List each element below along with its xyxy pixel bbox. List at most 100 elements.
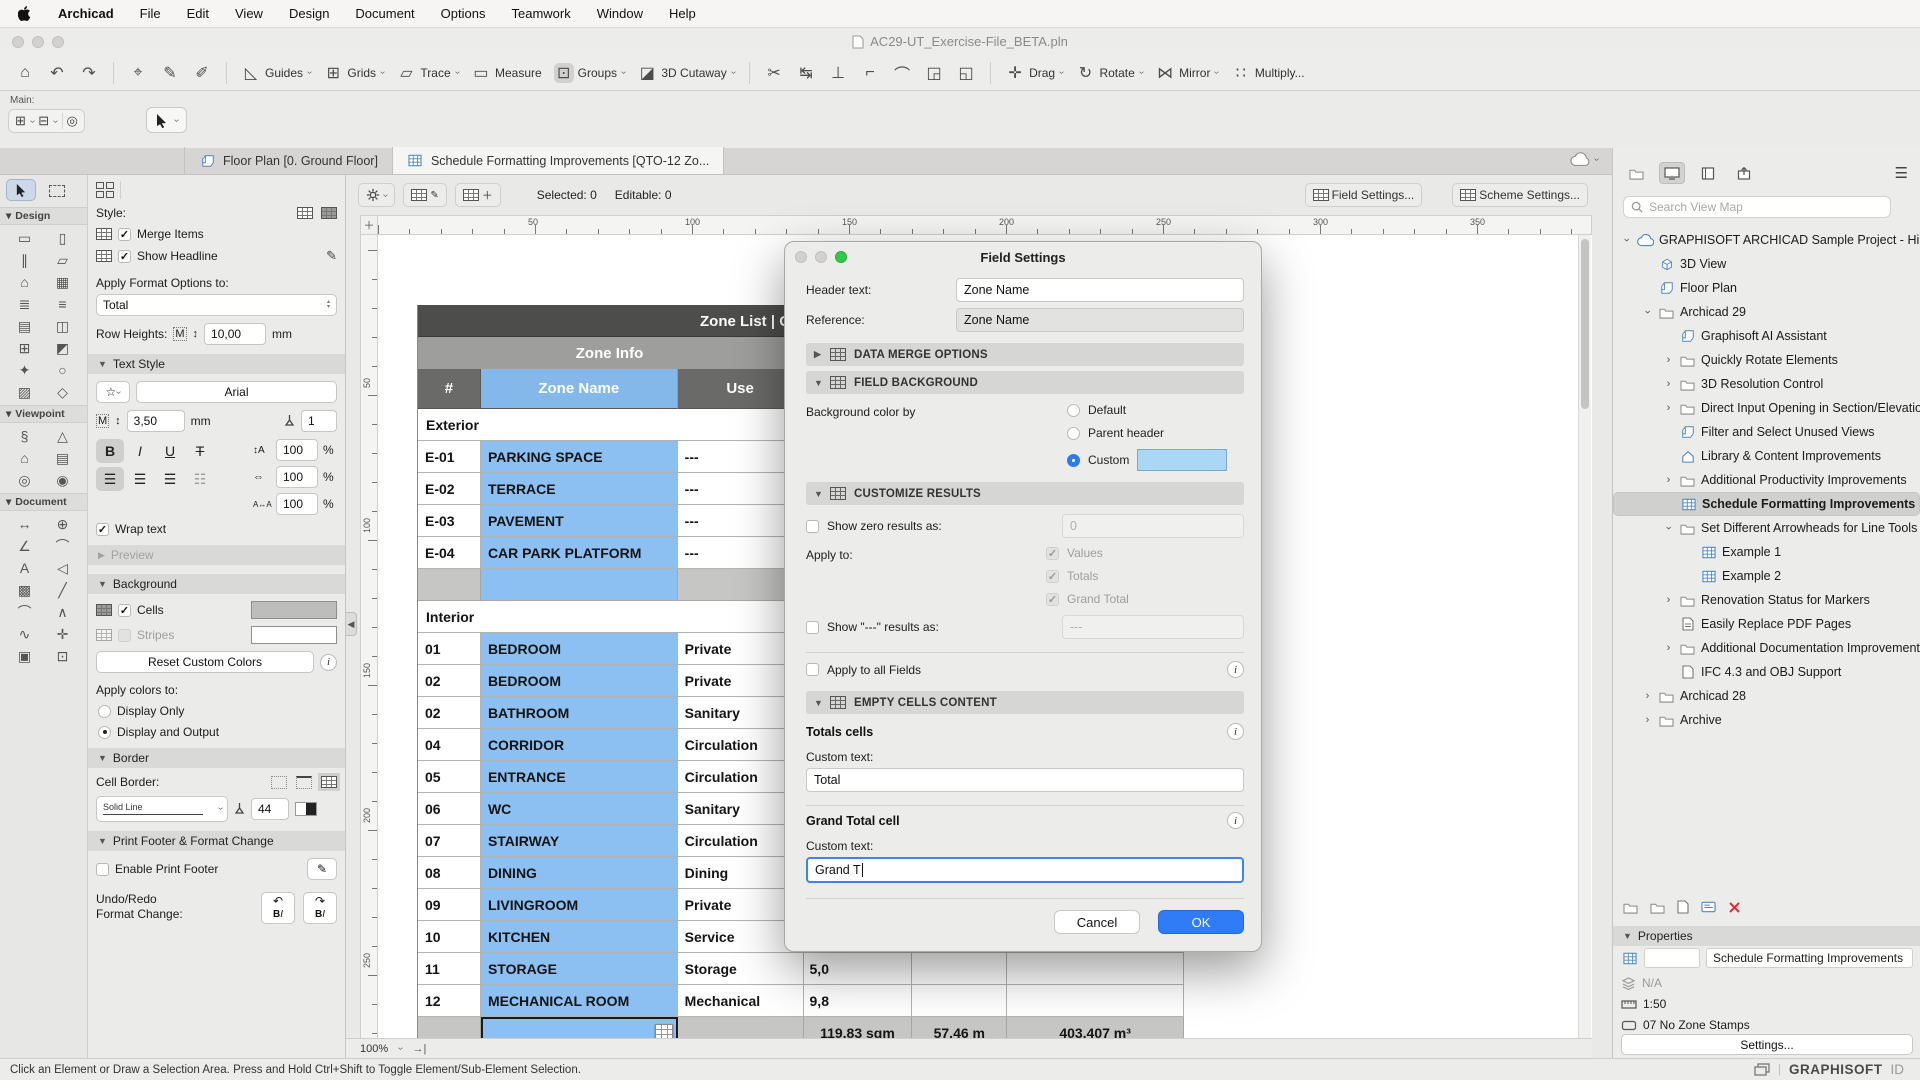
drag-button[interactable]: ✛Drag› xyxy=(1000,60,1068,86)
tree-item-schedule-formatting-improvements[interactable]: Schedule Formatting Improvements xyxy=(1613,492,1920,516)
tool-detail[interactable]: ◎ xyxy=(6,469,44,491)
menu-archicad[interactable]: Archicad xyxy=(58,6,114,21)
tool-slab[interactable]: ▱ xyxy=(44,249,82,271)
tool-label[interactable]: ◁ xyxy=(44,557,82,579)
show-dash-checkbox[interactable] xyxy=(806,621,819,634)
menu-edit[interactable]: Edit xyxy=(187,6,209,21)
totals-info-button[interactable]: i xyxy=(1227,723,1244,740)
tree-expand-icon[interactable]: › xyxy=(1663,402,1674,414)
tool-hotspot[interactable]: ✛ xyxy=(44,623,82,645)
tool-zone[interactable]: ▨ xyxy=(6,381,44,403)
new-project-folder-button[interactable] xyxy=(1623,901,1638,914)
section-empty-cells-content[interactable]: ▼ EMPTY CELLS CONTENT xyxy=(806,691,1244,714)
menu-window[interactable]: Window xyxy=(597,6,643,21)
tree-item-archicad-29[interactable]: ›Archicad 29 xyxy=(1613,300,1920,324)
windows-overlap-icon[interactable] xyxy=(1754,1063,1770,1076)
marquee-presets[interactable]: ⊞› ⊟› ◎ xyxy=(8,109,85,133)
pane-grid-button[interactable] xyxy=(96,182,114,198)
line-spacing-input[interactable]: 100 xyxy=(276,439,318,461)
ok-button[interactable]: OK xyxy=(1158,910,1244,934)
apply-to-checkbox[interactable]: ✓ xyxy=(1046,547,1059,560)
tree-expand-icon[interactable]: › xyxy=(1663,642,1674,654)
tree-item-additional-productivity-improvements[interactable]: ›Additional Productivity Improvements xyxy=(1613,468,1920,492)
grand-total-info-button[interactable]: i xyxy=(1227,812,1244,829)
align-center-button[interactable]: ☰ xyxy=(126,467,154,491)
font-size-input[interactable]: 3,50 xyxy=(127,410,185,432)
view-map-button[interactable] xyxy=(1659,162,1685,184)
show-zero-checkbox[interactable] xyxy=(806,520,819,533)
style-table-filled-icon[interactable] xyxy=(321,207,337,219)
tree-item-graphisoft-archicad-sample-project-hills[interactable]: ›GRAPHISOFT ARCHICAD Sample Project - Hi… xyxy=(1613,228,1920,252)
show-zero-input[interactable]: 0 xyxy=(1062,514,1244,538)
cells-checkbox[interactable]: ✓ xyxy=(118,604,131,617)
navigator-menu-icon[interactable]: ☰ xyxy=(1895,164,1908,182)
totals-custom-text-input[interactable]: Total xyxy=(806,768,1244,792)
align-justify-button[interactable]: ☷ xyxy=(186,467,214,491)
stretch-button[interactable]: ◱ xyxy=(951,60,981,86)
width-factor-input[interactable]: 100 xyxy=(276,466,318,488)
tool-line[interactable]: ╱ xyxy=(44,579,82,601)
tree-item-quickly-rotate-elements[interactable]: ›Quickly Rotate Elements xyxy=(1613,348,1920,372)
arrow-select-tool[interactable] xyxy=(6,179,36,201)
tool-mesh[interactable]: ▦ xyxy=(44,271,82,293)
section-print-footer[interactable]: ▼Print Footer & Format Change xyxy=(88,831,345,851)
row-height-input[interactable]: 10,00 xyxy=(204,323,266,345)
add-field-button[interactable]: ✎ xyxy=(403,183,446,207)
table-row[interactable]: 11STORAGEStorage5,0 xyxy=(418,953,1184,985)
tree-expand-icon[interactable]: › xyxy=(1663,594,1674,606)
align-right-button[interactable]: ☰ xyxy=(156,467,184,491)
section-data-merge-options[interactable]: ▶ DATA MERGE OPTIONS xyxy=(806,343,1244,366)
tool-worksheet[interactable]: ▤ xyxy=(44,447,82,469)
stripes-checkbox[interactable] xyxy=(118,629,131,642)
minimize-window-button[interactable] xyxy=(32,36,44,48)
border-outline-button[interactable] xyxy=(296,776,312,789)
selected-cell[interactable] xyxy=(481,1017,678,1038)
redo-button[interactable]: ↷ xyxy=(74,60,104,86)
tree-item-example-2[interactable]: Example 2 xyxy=(1613,564,1920,588)
apply-to-checkbox[interactable]: ✓ xyxy=(1046,593,1059,606)
show-headline-checkbox[interactable]: ✓ xyxy=(118,250,131,263)
vertical-scrollbar[interactable] xyxy=(1578,235,1591,1038)
dialog-minimize-button[interactable] xyxy=(815,251,827,263)
underline-button[interactable]: U xyxy=(156,439,184,463)
home-button[interactable]: ⌂ xyxy=(10,61,40,85)
wrap-text-checkbox[interactable]: ✓ xyxy=(96,523,109,536)
align-left-button[interactable]: ☰ xyxy=(96,467,124,491)
properties-header[interactable]: ▼ Properties xyxy=(1613,926,1920,946)
section-field-background[interactable]: ▼ FIELD BACKGROUND xyxy=(806,371,1244,394)
header-text-input[interactable]: Zone Name xyxy=(956,278,1244,302)
panel-collapse-button[interactable]: ◀ xyxy=(346,612,357,636)
view-name-input[interactable]: Schedule Formatting Improvements xyxy=(1706,948,1913,968)
favorites-button[interactable]: ☆› xyxy=(96,381,130,403)
border-pen-swatch[interactable] xyxy=(295,802,317,816)
table-handle-icon[interactable]: ＋ xyxy=(360,215,378,235)
border-pen-input[interactable]: 44 xyxy=(251,798,289,820)
show-dash-input[interactable]: --- xyxy=(1062,615,1244,639)
tracking-input[interactable]: 100 xyxy=(276,493,318,515)
section-border[interactable]: ▼Border xyxy=(88,748,345,768)
zoom-menu-chevron[interactable]: › xyxy=(395,1047,406,1050)
settings-button[interactable]: Settings... xyxy=(1621,1034,1913,1055)
apply-all-fields-checkbox[interactable] xyxy=(806,663,819,676)
menu-teamwork[interactable]: Teamwork xyxy=(511,6,570,21)
section-preview[interactable]: ▶Preview xyxy=(88,545,345,565)
scheme-options-button[interactable]: › xyxy=(358,183,395,207)
adjust-button[interactable]: ↹ xyxy=(791,60,821,86)
multiply-button[interactable]: ∷Multiply... xyxy=(1226,60,1310,86)
grids-button[interactable]: ⊞Grids› xyxy=(318,60,389,86)
tree-item-archicad-28[interactable]: ›Archicad 28 xyxy=(1613,684,1920,708)
style-table-icon[interactable] xyxy=(297,207,313,219)
tool-fill[interactable]: ▩ xyxy=(6,579,44,601)
tree-item-filter-and-select-unused-views[interactable]: Filter and Select Unused Views xyxy=(1613,420,1920,444)
tool-radial-dimension[interactable]: ∠ xyxy=(6,535,44,557)
tool-morph[interactable]: ◇ xyxy=(44,381,82,403)
tool-stair[interactable]: ≣ xyxy=(6,293,44,315)
tool-figure[interactable]: ▣ xyxy=(6,645,44,667)
tool-drawing[interactable]: ⊡ xyxy=(44,645,82,667)
menu-options[interactable]: Options xyxy=(441,6,486,21)
publisher-button[interactable] xyxy=(1731,162,1757,184)
tool-section[interactable]: § xyxy=(6,425,44,447)
tree-item-renovation-status-for-markers[interactable]: ›Renovation Status for Markers xyxy=(1613,588,1920,612)
tool-curtain-wall[interactable]: ▤ xyxy=(6,315,44,337)
reset-info-button[interactable]: i xyxy=(320,654,337,671)
